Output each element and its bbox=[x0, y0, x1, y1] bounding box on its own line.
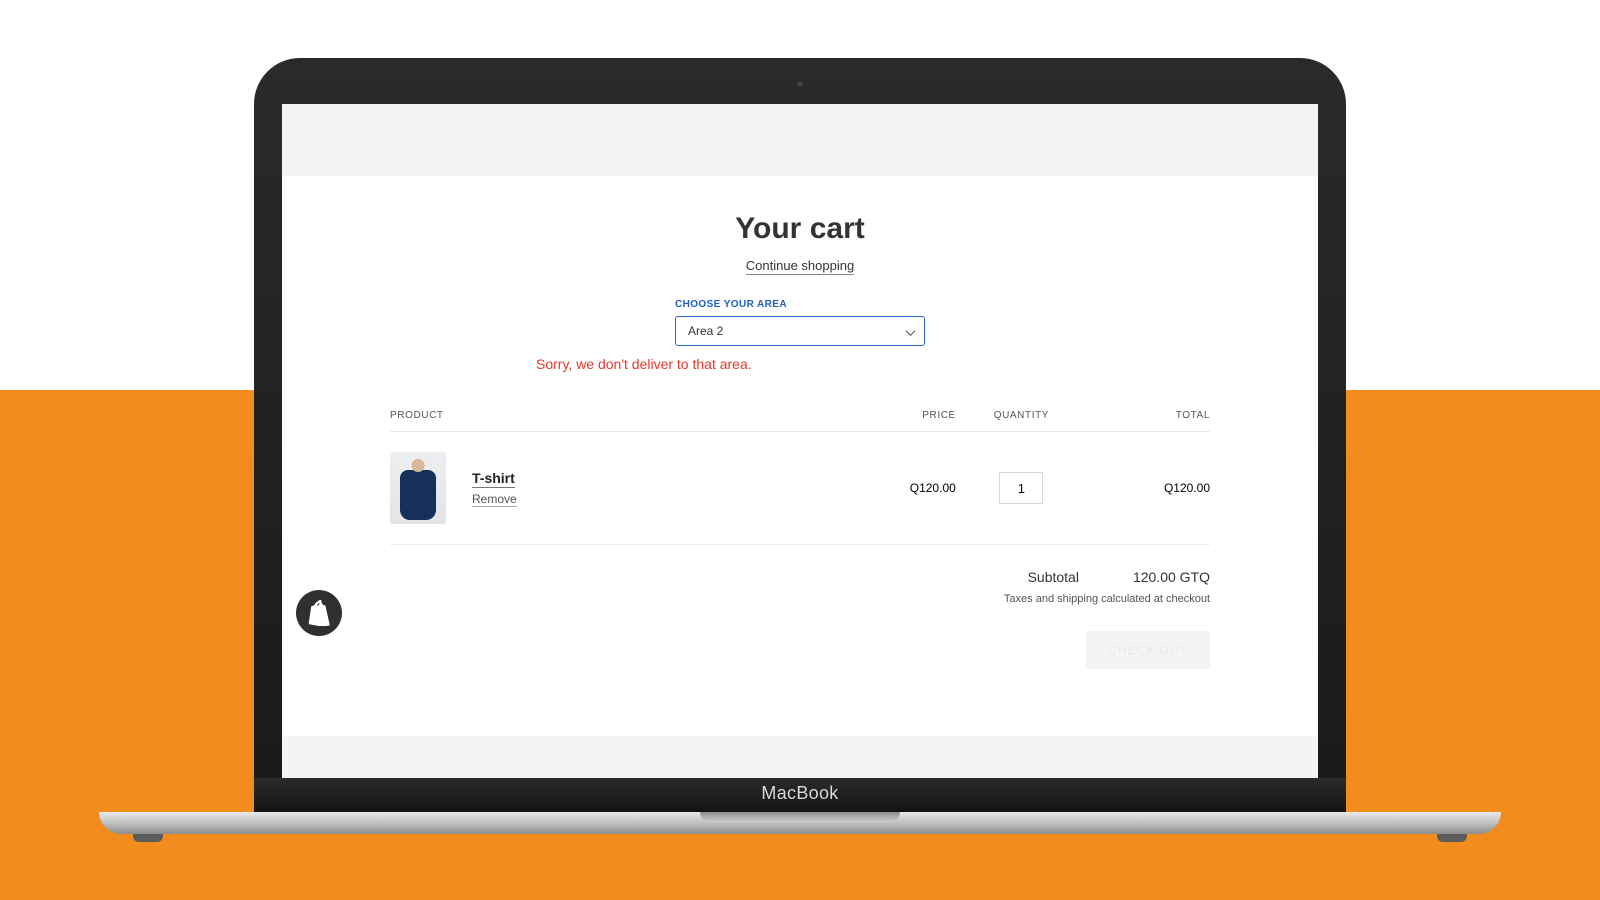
table-row: T-shirt Remove Q120.00 Q120.00 bbox=[390, 432, 1210, 545]
continue-shopping-label: Continue shopping bbox=[746, 258, 854, 275]
col-total: TOTAL bbox=[1087, 400, 1210, 432]
laptop-brand-label: MacBook bbox=[761, 783, 838, 803]
subtotal-label: Subtotal bbox=[1028, 569, 1079, 585]
laptop-foot-right bbox=[1437, 834, 1467, 842]
laptop-notch bbox=[700, 812, 900, 822]
delivery-error-message: Sorry, we don't deliver to that area. bbox=[530, 356, 1070, 372]
tax-shipping-note: Taxes and shipping calculated at checkou… bbox=[390, 593, 1210, 605]
area-select[interactable]: Area 2 bbox=[675, 316, 925, 346]
laptop-frame: Your cart Continue shopping CHOOSE YOUR … bbox=[254, 58, 1346, 778]
continue-shopping-link[interactable]: Continue shopping bbox=[390, 258, 1210, 273]
shopify-badge[interactable] bbox=[296, 590, 342, 636]
laptop-base bbox=[99, 812, 1501, 834]
line-price: Q120.00 bbox=[825, 432, 956, 545]
product-name-link[interactable]: T-shirt bbox=[472, 470, 515, 488]
cart-page: Your cart Continue shopping CHOOSE YOUR … bbox=[282, 176, 1318, 736]
area-selector-label: CHOOSE YOUR AREA bbox=[675, 299, 925, 310]
col-product: PRODUCT bbox=[390, 400, 825, 432]
store-header-bar bbox=[282, 104, 1318, 176]
subtotal-value: 120.00 GTQ bbox=[1133, 569, 1210, 585]
chevron-down-icon bbox=[906, 327, 915, 336]
laptop-brand-bar: MacBook bbox=[254, 778, 1346, 812]
laptop-foot-left bbox=[133, 834, 163, 842]
area-selector-block: CHOOSE YOUR AREA Area 2 bbox=[675, 299, 925, 346]
laptop-screen: Your cart Continue shopping CHOOSE YOUR … bbox=[282, 104, 1318, 778]
shopify-icon bbox=[307, 600, 331, 626]
checkout-button[interactable]: CHECK OUT bbox=[1086, 631, 1210, 669]
line-total: Q120.00 bbox=[1087, 432, 1210, 545]
col-quantity: QUANTITY bbox=[956, 400, 1087, 432]
laptop-bezel: Your cart Continue shopping CHOOSE YOUR … bbox=[254, 58, 1346, 778]
product-thumbnail[interactable] bbox=[390, 452, 446, 524]
cart-summary: Subtotal 120.00 GTQ Taxes and shipping c… bbox=[390, 569, 1210, 669]
col-price: PRICE bbox=[825, 400, 956, 432]
camera-icon bbox=[796, 80, 804, 88]
area-select-value: Area 2 bbox=[688, 324, 723, 338]
cart-table: PRODUCT PRICE QUANTITY TOTAL bbox=[390, 400, 1210, 545]
remove-item-link[interactable]: Remove bbox=[472, 492, 517, 507]
table-header-row: PRODUCT PRICE QUANTITY TOTAL bbox=[390, 400, 1210, 432]
page-title: Your cart bbox=[390, 212, 1210, 246]
store-footer-bar bbox=[282, 736, 1318, 778]
quantity-input[interactable] bbox=[999, 472, 1043, 504]
